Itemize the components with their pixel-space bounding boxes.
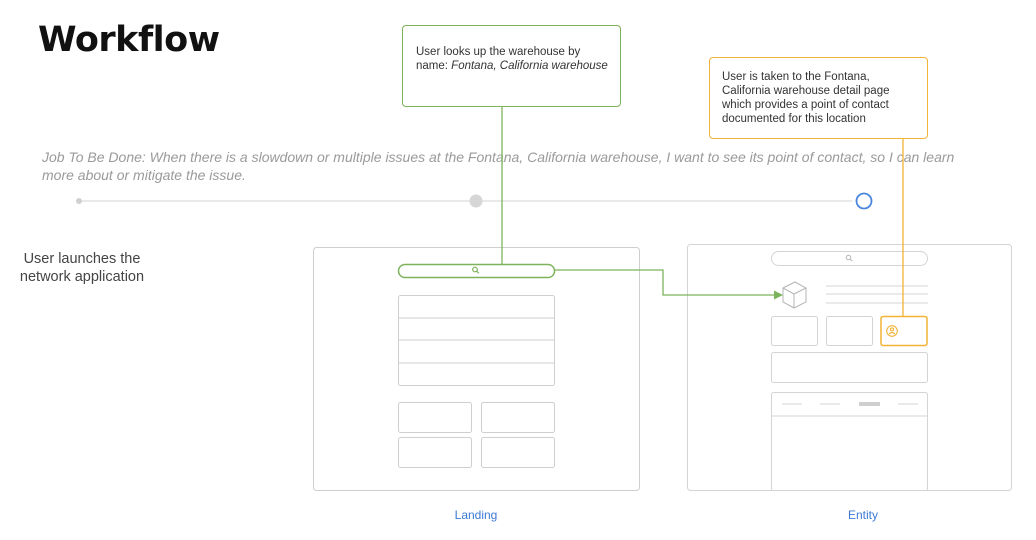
entity-wireframe [687,244,1012,491]
entity-page-label: Entity [847,508,878,522]
search-icon [845,254,853,262]
entity-contact-card[interactable] [880,315,928,347]
timeline-step-current [855,192,873,210]
callout-search-italic: Fontana, California warehouse [451,60,608,72]
arrow-right-icon [774,290,783,300]
timeline-step-search [469,194,483,208]
callout-entity: User is taken to the Fontana, California… [709,57,928,139]
timeline-step-start [76,198,82,204]
landing-page-label: Landing [454,508,498,522]
landing-wireframe [313,247,640,491]
cube-icon [782,281,807,309]
entity-active-tab [859,402,880,406]
callout-search: User looks up the warehouse by name: Fon… [402,25,621,107]
